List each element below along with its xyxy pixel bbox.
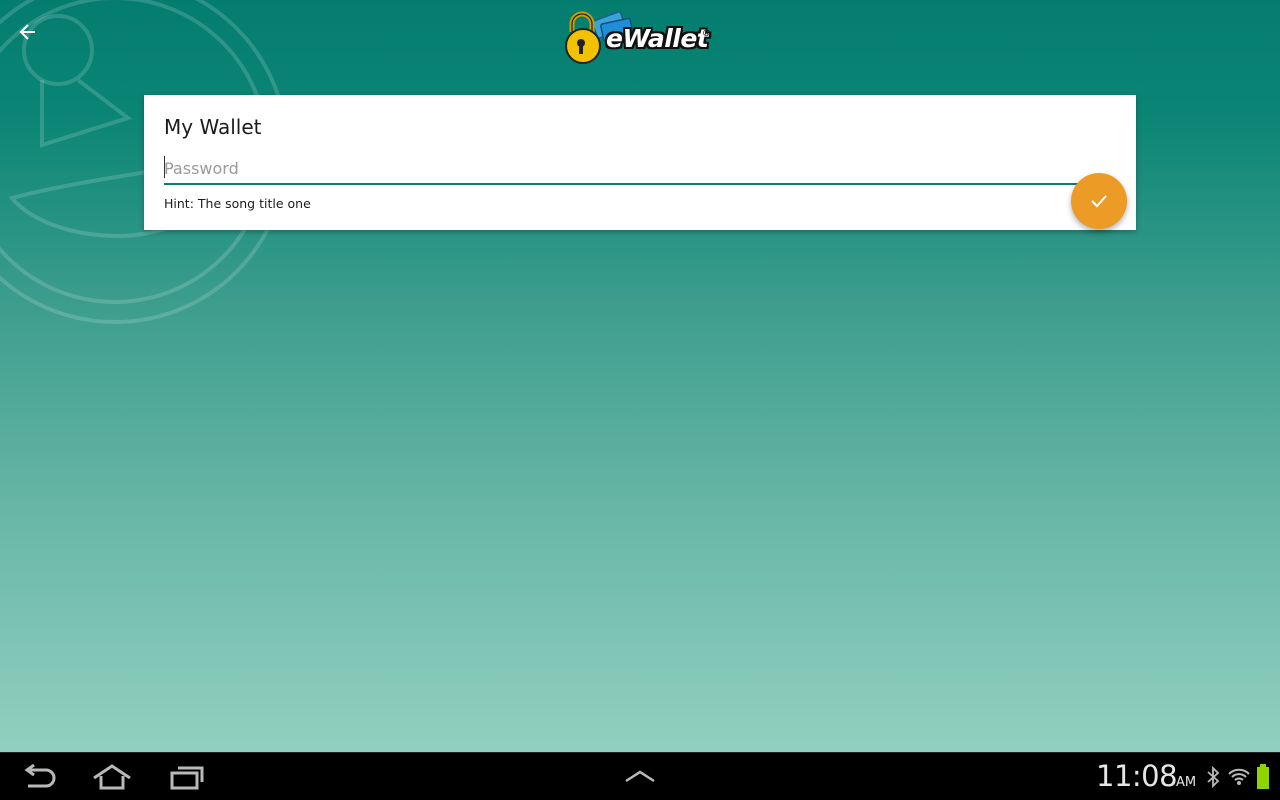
battery-icon xyxy=(1257,764,1269,789)
password-input[interactable] xyxy=(164,153,1078,185)
system-back-button[interactable] xyxy=(14,761,62,793)
logo-text: eWallet xyxy=(606,24,709,53)
chevron-up-icon xyxy=(625,770,655,783)
clock-ampm: AM xyxy=(1176,775,1197,790)
ewallet-logo: eWallet ® xyxy=(562,6,722,68)
back-icon xyxy=(24,764,56,788)
unlock-card: My Wallet Hint: The song title one xyxy=(144,95,1136,230)
system-recent-apps-button[interactable] xyxy=(163,761,211,793)
wallet-title: My Wallet xyxy=(164,115,262,139)
clock-time: 11:08 xyxy=(1096,759,1178,793)
wifi-icon xyxy=(1228,768,1250,785)
registered-mark: ® xyxy=(702,29,711,39)
recent-apps-icon xyxy=(170,766,204,790)
system-home-button[interactable] xyxy=(88,761,136,793)
password-hint: Hint: The song title one xyxy=(164,196,311,211)
back-button[interactable] xyxy=(12,16,44,48)
confirm-button[interactable] xyxy=(1071,173,1127,229)
screen: eWallet ® My Wallet Hint: The song title… xyxy=(0,0,1280,800)
checkmark-icon xyxy=(1091,195,1107,208)
system-show-more-button[interactable] xyxy=(616,761,664,793)
system-nav-bar: 11:08 AM xyxy=(0,752,1280,800)
back-arrow-icon xyxy=(19,24,35,40)
home-icon xyxy=(93,764,131,790)
text-cursor xyxy=(164,156,165,178)
bluetooth-icon xyxy=(1207,766,1220,788)
app-background: eWallet ® My Wallet Hint: The song title… xyxy=(0,0,1280,752)
